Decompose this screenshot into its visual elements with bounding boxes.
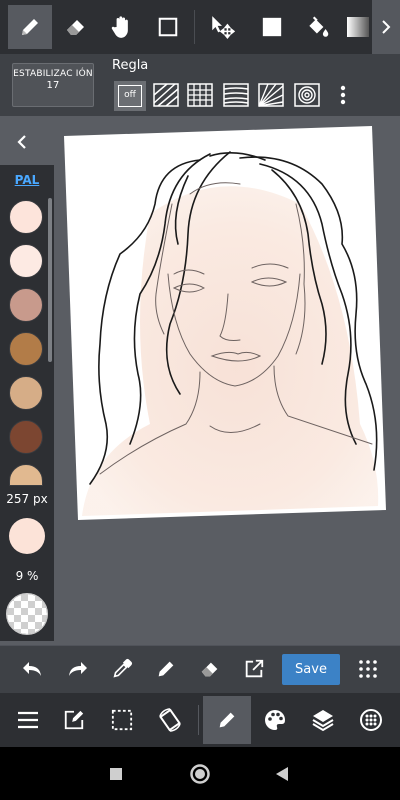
menu-icon — [18, 711, 38, 729]
collapse-palette-button[interactable] — [8, 128, 36, 156]
perspective-ruler-icon — [223, 83, 249, 107]
brush-options-more-button[interactable] — [333, 81, 353, 109]
brush-icon — [219, 712, 235, 728]
palette-scrollbar[interactable] — [48, 198, 52, 362]
radial-ruler-icon — [258, 83, 284, 107]
perspective-ruler-button[interactable] — [220, 81, 252, 109]
palette-swatch[interactable] — [9, 244, 43, 278]
eyedropper-button[interactable] — [104, 651, 140, 687]
layers-icon — [312, 710, 334, 732]
palette-swatch[interactable] — [9, 420, 43, 454]
ruler-off-button[interactable]: off — [114, 81, 146, 111]
eraser-icon — [201, 662, 218, 677]
rectangle-select-icon — [158, 17, 178, 37]
brush-size-label[interactable]: 257 px — [0, 492, 54, 506]
undo-icon — [23, 662, 41, 676]
paint-bucket-icon — [309, 16, 329, 37]
material-icon — [360, 709, 382, 731]
move-transform-icon — [212, 16, 235, 40]
parallel-ruler-icon — [153, 83, 179, 107]
redo-icon — [69, 662, 87, 676]
eraser-icon — [67, 20, 84, 35]
rotate-canvas-icon — [159, 708, 181, 732]
pen-icon — [158, 661, 174, 677]
layers-button[interactable] — [299, 696, 347, 744]
drawing-canvas[interactable] — [60, 124, 392, 528]
gradient-tool-button[interactable] — [342, 5, 372, 49]
gradient-icon — [347, 17, 369, 37]
pen-icon — [22, 19, 38, 35]
ruler-off-label: off — [118, 85, 142, 107]
parallel-ruler-button[interactable] — [150, 81, 182, 109]
ruler-label: Regla — [112, 58, 149, 73]
brush-panel-button[interactable] — [203, 696, 251, 744]
pen-tool-button[interactable] — [8, 5, 52, 49]
grid-menu-button[interactable] — [350, 651, 386, 687]
home-circle-icon — [190, 764, 210, 784]
share-button[interactable] — [236, 651, 272, 687]
grid-ruler-button[interactable] — [184, 81, 216, 109]
concentric-ruler-icon — [294, 83, 320, 107]
more-vertical-icon — [340, 85, 346, 105]
export-icon — [245, 659, 264, 678]
hand-tool-button[interactable] — [100, 5, 144, 49]
concentric-ruler-button[interactable] — [291, 81, 323, 109]
chevron-left-icon — [17, 135, 26, 149]
selection-button[interactable] — [98, 696, 146, 744]
redo-button[interactable] — [60, 651, 96, 687]
current-color-swatch[interactable] — [9, 518, 45, 554]
eraser-tool-button[interactable] — [54, 5, 98, 49]
back-button[interactable] — [265, 757, 299, 791]
transparency-checker-icon — [7, 594, 47, 634]
toolbar-divider — [194, 10, 195, 44]
recent-apps-button[interactable] — [99, 757, 133, 791]
save-button[interactable]: Save — [282, 654, 340, 685]
undo-button[interactable] — [14, 651, 50, 687]
fill-color-icon — [262, 17, 282, 37]
stabilization-label: ESTABILIZAC IÓN — [13, 69, 93, 79]
toolbar-more-button[interactable] — [372, 0, 400, 54]
edit-canvas-button[interactable] — [50, 696, 98, 744]
radial-ruler-button[interactable] — [255, 81, 287, 109]
bucket-tool-button[interactable] — [296, 5, 340, 49]
grid-dots-icon — [359, 660, 377, 678]
stabilization-value: 17 — [46, 80, 60, 91]
hand-icon — [111, 16, 128, 38]
selection-icon — [111, 709, 133, 731]
eyedropper-icon — [113, 658, 133, 678]
square-icon — [110, 768, 122, 780]
stabilization-button[interactable]: ESTABILIZAC IÓN 17 — [12, 63, 94, 107]
color-palette-icon — [265, 710, 285, 730]
move-tool-button[interactable] — [200, 5, 244, 49]
edit-canvas-icon — [64, 710, 84, 730]
main-menu-button[interactable] — [4, 696, 52, 744]
rotate-canvas-button[interactable] — [146, 696, 194, 744]
color-panel-button[interactable] — [251, 696, 299, 744]
home-button[interactable] — [183, 757, 217, 791]
pen-shortcut-button[interactable] — [148, 651, 184, 687]
palette-swatch[interactable] — [9, 288, 43, 322]
fill-color-button[interactable] — [250, 5, 294, 49]
sketch-artwork — [64, 126, 386, 520]
toolbar-divider — [198, 705, 199, 735]
opacity-swatch[interactable] — [6, 593, 48, 635]
opacity-label[interactable]: 9 % — [0, 569, 54, 583]
eraser-shortcut-button[interactable] — [192, 651, 228, 687]
grid-ruler-icon — [187, 83, 213, 107]
material-button[interactable] — [347, 696, 395, 744]
select-tool-button[interactable] — [146, 5, 190, 49]
palette-tab[interactable]: PAL — [0, 173, 54, 187]
palette-swatch[interactable] — [9, 332, 43, 366]
palette-swatch[interactable] — [9, 376, 43, 410]
chevron-right-icon — [382, 20, 391, 34]
back-triangle-icon — [276, 767, 288, 781]
palette-swatch[interactable] — [9, 200, 43, 234]
